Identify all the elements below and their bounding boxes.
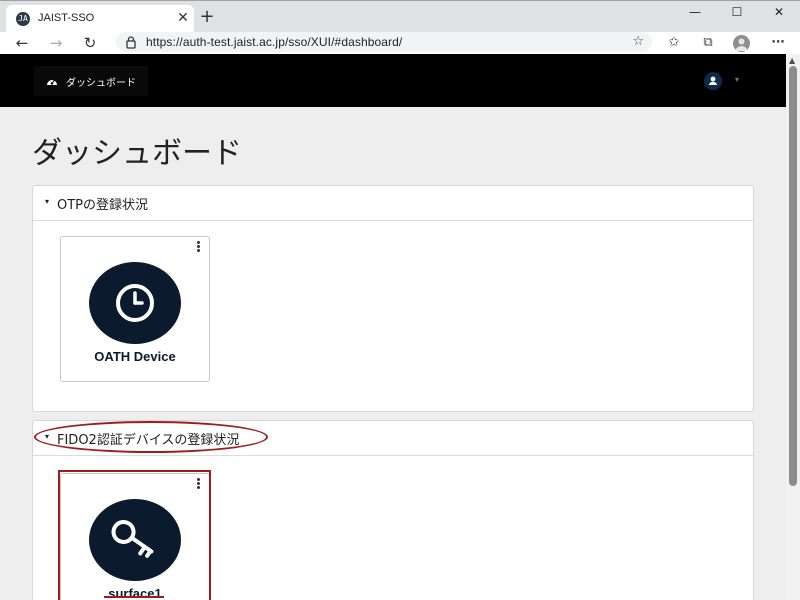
user-avatar (704, 72, 722, 90)
clock-icon (116, 284, 154, 322)
lock-icon (126, 36, 136, 49)
page-viewport: ダッシュボード ▾ ダッシュボード ▾ OTPの登録状況 OATH Device… (0, 54, 800, 600)
user-menu-caret-icon: ▾ (735, 75, 740, 84)
scrollbar-thumb[interactable] (789, 66, 797, 486)
window-close-icon[interactable]: ✕ (758, 1, 800, 23)
oath-device-card[interactable]: OATH Device (60, 236, 210, 382)
otp-panel: ▾ OTPの登録状況 OATH Device (32, 185, 754, 412)
scroll-up-icon[interactable]: ▲ (789, 56, 795, 65)
page-title: ダッシュボード (32, 136, 242, 171)
minimize-icon[interactable]: — (674, 1, 716, 23)
oath-device-icon-circle (89, 262, 181, 344)
tab-close-icon[interactable]: ✕ (174, 9, 192, 27)
tab-title: JAIST-SSO (38, 12, 95, 24)
nav-dashboard-label: ダッシュボード (66, 77, 136, 89)
address-bar[interactable]: https://auth-test.jaist.ac.jp/sso/XUI/#d… (116, 32, 652, 52)
add-favorite-icon[interactable]: ☆ (632, 34, 644, 49)
back-icon[interactable]: ← (10, 32, 34, 54)
gauge-icon (47, 79, 57, 85)
collections-icon[interactable]: ⧉ (696, 32, 720, 54)
new-tab-icon[interactable]: + (197, 7, 217, 27)
otp-panel-header[interactable]: ▾ OTPの登録状況 (33, 186, 753, 221)
tab-favicon-icon: JA (16, 12, 30, 26)
browser-tab[interactable]: JA JAIST-SSO ✕ (6, 5, 194, 33)
user-icon (709, 76, 717, 85)
fido2-title-highlight-ellipse (34, 421, 268, 453)
browser-profile-avatar[interactable] (733, 35, 750, 52)
collapse-caret-icon: ▾ (45, 197, 50, 206)
browser-toolbar: ← → ↻ https://auth-test.jaist.ac.jp/sso/… (0, 32, 800, 54)
forward-icon[interactable]: → (44, 32, 68, 54)
surface1-underline (104, 596, 164, 598)
page-scrollbar[interactable]: ▲ (786, 54, 800, 600)
kebab-menu-icon[interactable] (195, 241, 201, 255)
person-icon (735, 38, 748, 51)
browser-titlebar: JA JAIST-SSO ✕ + — ☐ ✕ (0, 0, 800, 33)
favorites-icon[interactable]: ✩ (662, 32, 686, 54)
oath-device-label: OATH Device (94, 349, 176, 364)
fido2-card-highlight-box (58, 470, 211, 600)
user-menu[interactable]: ▾ (704, 72, 746, 90)
nav-dashboard-link[interactable]: ダッシュボード (34, 66, 148, 96)
app-navbar: ダッシュボード ▾ (0, 54, 786, 107)
otp-panel-title: OTPの登録状況 (57, 198, 149, 213)
browser-menu-icon[interactable]: ⋯ (766, 32, 790, 54)
maximize-icon[interactable]: ☐ (716, 1, 758, 23)
refresh-icon[interactable]: ↻ (78, 32, 102, 54)
url-text: https://auth-test.jaist.ac.jp/sso/XUI/#d… (146, 35, 403, 49)
